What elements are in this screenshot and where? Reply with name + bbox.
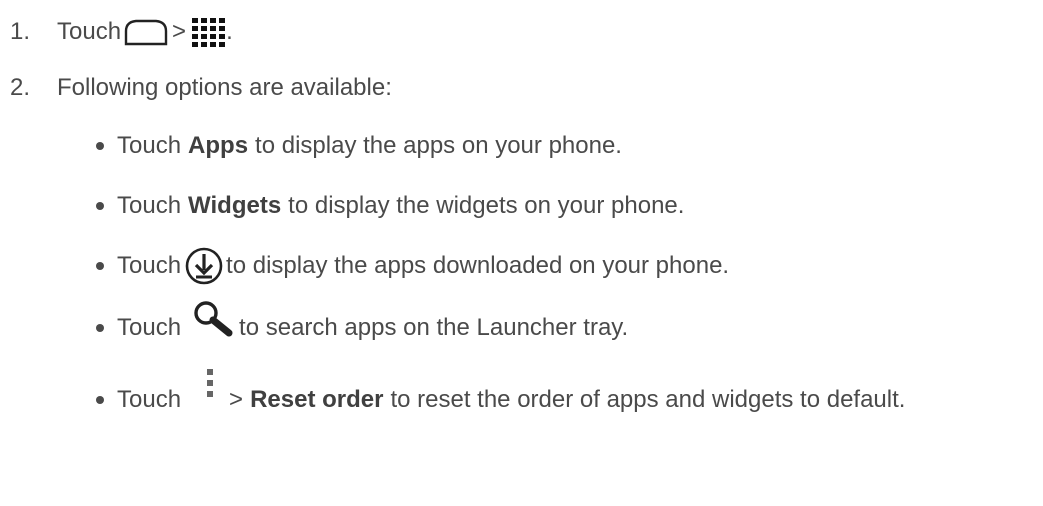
- grid-dot: [219, 26, 226, 31]
- option-widgets: Touch Widgets to display the widgets on …: [0, 192, 684, 220]
- step-number: 2.: [10, 74, 31, 101]
- grid-dot: [201, 42, 208, 47]
- search-icon: [193, 300, 235, 338]
- grid-dot: [219, 42, 226, 47]
- grid-dot: [192, 34, 199, 39]
- option-suffix: to search apps on the Launcher tray.: [239, 314, 629, 341]
- option-bold: Widgets: [188, 192, 282, 219]
- grid-dot: [201, 26, 208, 31]
- grid-dot: [219, 34, 226, 39]
- step-separator: >: [172, 18, 187, 45]
- option-reset-order: Touch > Reset order to reset the order o…: [0, 369, 906, 414]
- download-icon: [184, 246, 224, 286]
- step-2: 2. Following options are available:: [0, 74, 392, 102]
- grid-dot: [219, 18, 226, 23]
- option-bold: Reset order: [250, 386, 384, 413]
- grid-dot: [201, 18, 208, 23]
- option-prefix: Touch: [117, 252, 182, 279]
- grid-dot: [210, 42, 217, 47]
- option-separator: >: [229, 386, 244, 413]
- bullet: [96, 324, 104, 332]
- bullet: [96, 396, 104, 404]
- step-number: 1.: [10, 18, 31, 45]
- option-prefix: Touch: [117, 132, 182, 159]
- bullet: [96, 142, 104, 150]
- grid-dot: [210, 18, 217, 23]
- menu-icon: [205, 368, 215, 400]
- option-suffix: to display the widgets on your phone.: [288, 192, 685, 219]
- home-icon: [124, 18, 168, 46]
- grid-dot: [201, 34, 208, 39]
- option-prefix: Touch: [117, 386, 182, 413]
- grid-dot: [210, 34, 217, 39]
- option-suffix: to display the apps on your phone.: [255, 132, 622, 159]
- option-suffix: to display the apps downloaded on your p…: [226, 252, 730, 279]
- step-1: 1. Touch > .: [0, 16, 233, 48]
- option-apps: Touch Apps to display the apps on your p…: [0, 132, 622, 160]
- grid-dot: [192, 18, 199, 23]
- grid-dot: [192, 26, 199, 31]
- apps-grid-icon: [190, 16, 226, 48]
- step-suffix: .: [226, 18, 233, 45]
- option-search: Touch to search apps on the Launcher tra…: [0, 301, 629, 342]
- bullet: [96, 262, 104, 270]
- option-suffix: to reset the order of apps and widgets t…: [390, 386, 906, 413]
- option-bold: Apps: [188, 132, 249, 159]
- option-download: Touch to display the apps downloaded on …: [0, 246, 729, 286]
- bullet: [96, 202, 104, 210]
- grid-dot: [210, 26, 217, 31]
- grid-dot: [192, 42, 199, 47]
- option-prefix: Touch: [117, 314, 182, 341]
- step-prefix: Touch: [57, 18, 122, 45]
- option-prefix: Touch: [117, 192, 182, 219]
- step-text: Following options are available:: [57, 74, 392, 101]
